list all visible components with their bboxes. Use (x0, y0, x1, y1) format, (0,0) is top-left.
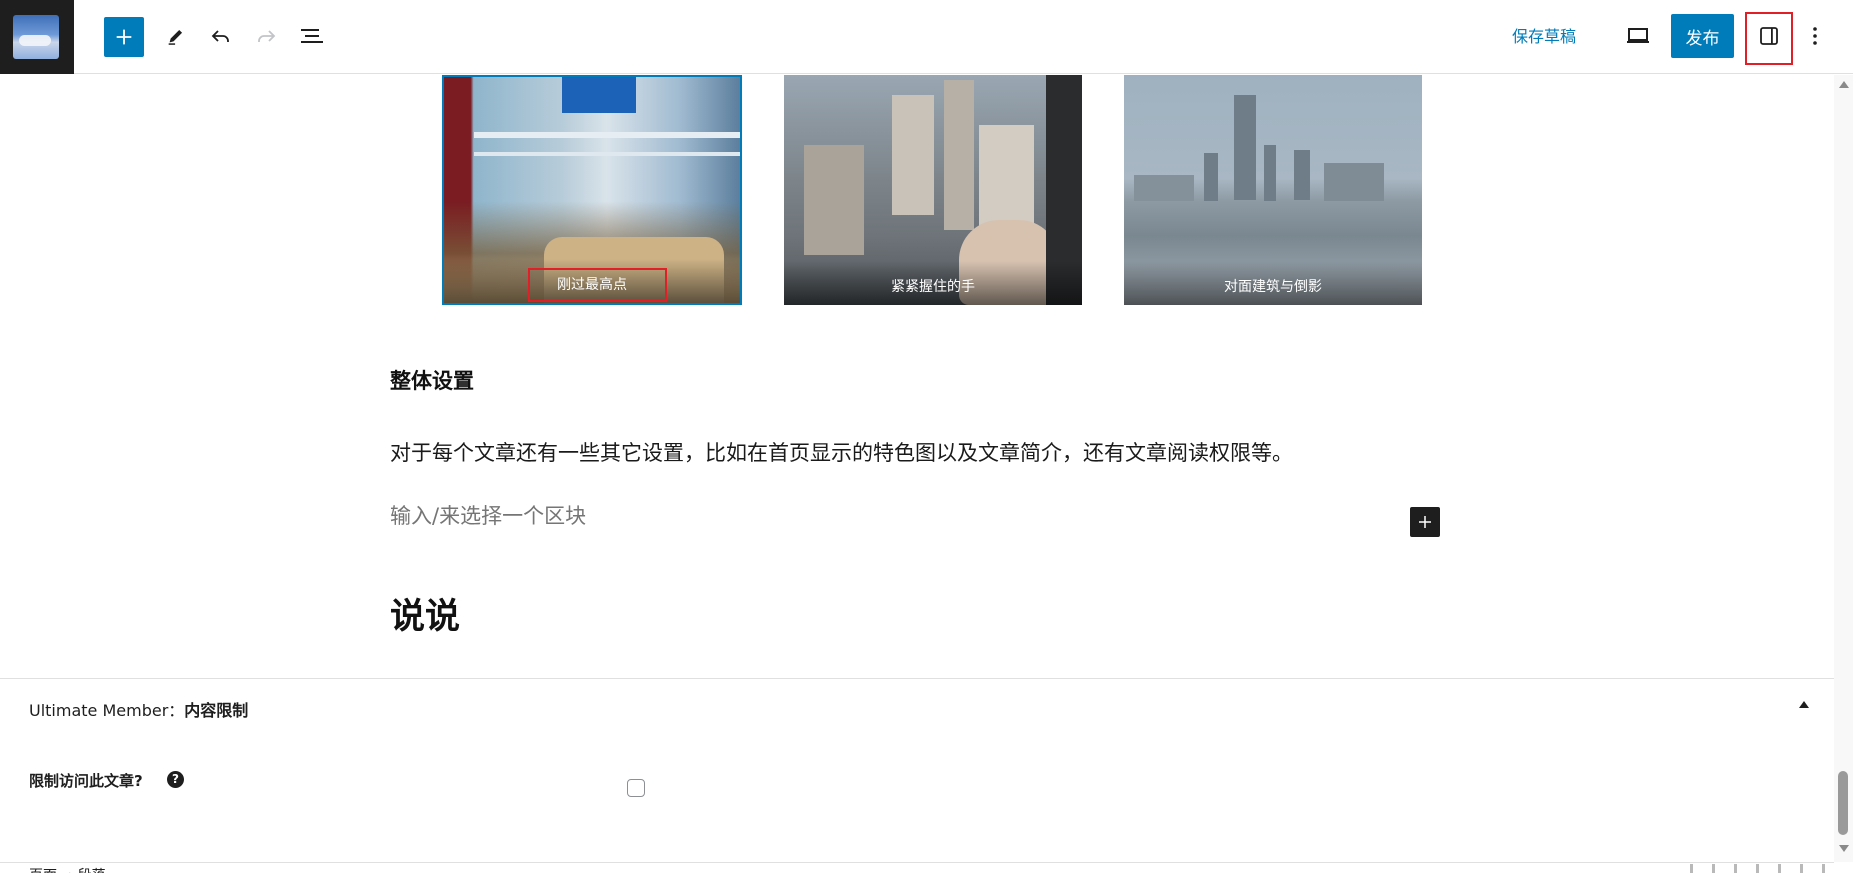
laptop-icon (1627, 28, 1649, 43)
gallery-image-2[interactable]: 紧紧握住的手 (784, 75, 1082, 305)
restrict-access-label: 限制访问此文章? (29, 772, 143, 790)
editor-footer: 页面 → 段落 (0, 862, 1834, 873)
redo-icon (258, 30, 276, 42)
options-button[interactable] (1797, 16, 1833, 56)
tools-button[interactable] (156, 16, 196, 56)
site-logo-button[interactable] (0, 0, 74, 74)
vertical-scrollbar[interactable] (1834, 75, 1853, 862)
empty-block-placeholder[interactable]: 输入/来选择一个区块 (390, 500, 586, 530)
metabox-title-strong: 内容限制 (184, 701, 249, 720)
block-add-button[interactable] (1410, 507, 1440, 537)
list-view-button[interactable] (292, 16, 332, 56)
block-inserter-button[interactable] (104, 17, 144, 57)
help-icon[interactable]: ? (167, 771, 184, 788)
settings-highlight-box (1745, 12, 1793, 65)
paragraph-block[interactable]: 对于每个文章还有一些其它设置，比如在首页显示的特色图以及文章简介，还有文章阅读权… (390, 437, 1293, 467)
restrict-access-checkbox[interactable] (627, 779, 645, 797)
metabox-title[interactable]: Ultimate Member：内容限制 (29, 697, 248, 721)
scroll-down-arrow-icon[interactable] (1839, 845, 1849, 852)
publish-button[interactable]: 发布 (1671, 14, 1734, 58)
gallery-caption[interactable]: 对面建筑与倒影 (1124, 276, 1422, 296)
plus-icon (1419, 516, 1431, 528)
gallery-caption[interactable]: 紧紧握住的手 (784, 276, 1082, 296)
more-vertical-icon (1813, 27, 1817, 45)
undo-icon (211, 30, 229, 42)
site-logo-icon (13, 15, 59, 59)
collapse-arrow-icon[interactable] (1799, 701, 1809, 708)
save-draft-button[interactable]: 保存草稿 (1512, 24, 1576, 50)
metabox-title-prefix: Ultimate Member： (29, 701, 185, 720)
pencil-icon (168, 29, 183, 45)
scroll-up-arrow-icon[interactable] (1839, 81, 1849, 88)
heading-block-small[interactable]: 整体设置 (390, 365, 474, 395)
list-view-icon (301, 29, 323, 43)
gallery-image-3[interactable]: 对面建筑与倒影 (1124, 75, 1422, 305)
editor-header: 保存草稿 发布 (0, 0, 1853, 74)
scroll-thumb[interactable] (1838, 771, 1848, 835)
editor-canvas: 刚过最高点 紧紧握住的手 对面建筑与倒影 整体设置 对于每个文章还有一些其它设置… (0, 75, 1834, 678)
plus-icon (116, 29, 132, 45)
preview-button[interactable] (1618, 16, 1658, 56)
redo-button[interactable] (246, 16, 286, 56)
undo-button[interactable] (201, 16, 241, 56)
caption-highlight-box (528, 268, 667, 302)
content-restriction-metabox: Ultimate Member：内容限制 限制访问此文章? ? (0, 678, 1834, 862)
heading-block-large[interactable]: 说说 (390, 588, 460, 639)
